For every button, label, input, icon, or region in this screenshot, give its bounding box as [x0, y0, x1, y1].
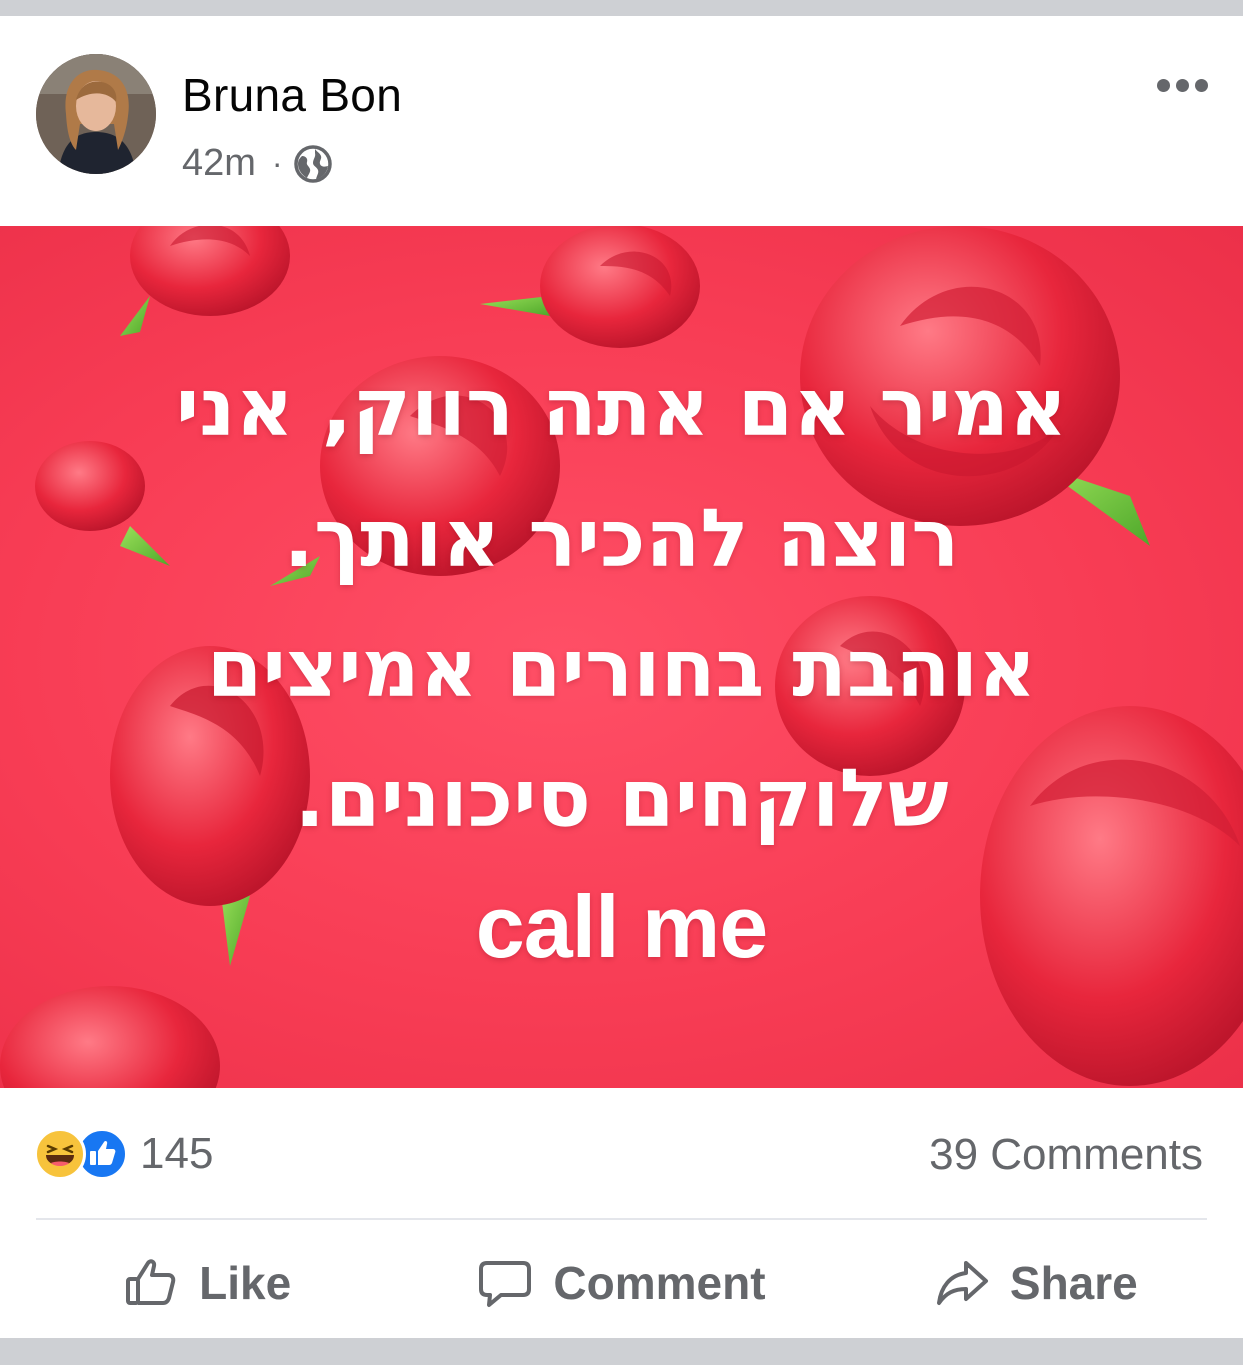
post-text-line: call me [475, 877, 768, 976]
avatar[interactable] [36, 54, 156, 174]
post-meta: 42m · [182, 142, 333, 185]
post-image[interactable]: אמיר אם אתה רווק, אני רוצה להכיר אותך. א… [0, 226, 1243, 1088]
post-card: Bruna Bon 42m · אמיר אם אתה רווק, אני רו… [0, 16, 1243, 1338]
comments-count[interactable]: 39 Comments [929, 1130, 1203, 1180]
share-icon [936, 1261, 988, 1305]
avatar-image [36, 54, 156, 174]
reaction-count: 145 [140, 1129, 214, 1178]
action-bar: Like Comment Share [0, 1238, 1243, 1328]
thumbs-up-icon [126, 1259, 176, 1305]
like-label: Like [199, 1257, 292, 1309]
author-name[interactable]: Bruna Bon [182, 68, 402, 122]
meta-separator: · [271, 145, 283, 181]
more-options-icon[interactable] [1150, 68, 1214, 102]
comment-label: Comment [553, 1257, 766, 1309]
reactions-summary[interactable]: 145 [34, 1128, 213, 1180]
post-text-line: שלוקחים סיכונים. [294, 752, 949, 845]
comment-icon [479, 1261, 532, 1307]
post-time[interactable]: 42m [182, 142, 256, 185]
divider [36, 1218, 1207, 1220]
share-label: Share [1009, 1257, 1138, 1309]
share-button[interactable]: Share [829, 1238, 1243, 1328]
post-text-line: רוצה להכיר אותך. [283, 492, 960, 585]
post-text-line: אוהבת בחורים אמיצים [206, 622, 1037, 715]
post-text-overlay: אמיר אם אתה רווק, אני רוצה להכיר אותך. א… [0, 226, 1243, 1088]
haha-icon [34, 1128, 86, 1180]
comment-button[interactable]: Comment [414, 1238, 828, 1328]
post-text-line: אמיר אם אתה רווק, אני [175, 361, 1068, 454]
like-button[interactable]: Like [0, 1238, 414, 1328]
globe-icon [293, 144, 333, 184]
